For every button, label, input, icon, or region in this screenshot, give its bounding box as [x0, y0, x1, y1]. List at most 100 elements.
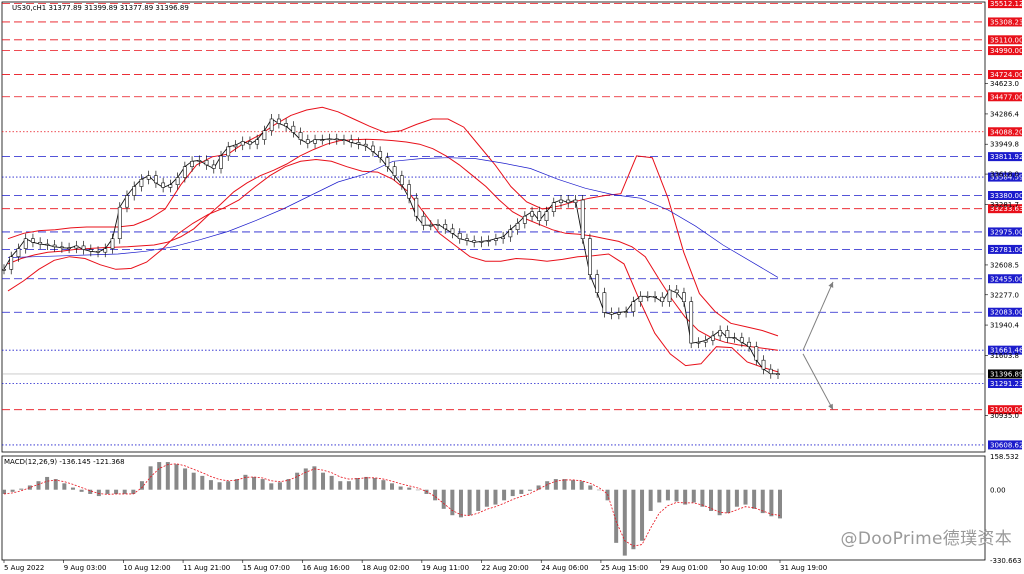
macd-bar	[734, 489, 739, 507]
candle-body	[168, 184, 173, 188]
macd-bar	[2, 489, 6, 494]
candle-body	[725, 330, 730, 338]
current-price-label: 31396.89	[990, 370, 1023, 378]
macd-bar	[226, 481, 231, 490]
y-tick-label: 31940.4	[990, 322, 1019, 330]
macd-bar	[648, 489, 653, 511]
candle-body	[624, 311, 628, 313]
candle-body	[566, 199, 571, 204]
macd-bar	[398, 486, 403, 490]
candle-body	[739, 337, 744, 343]
candle-body	[392, 166, 397, 176]
macd-bar	[700, 489, 705, 507]
macd-bar	[778, 489, 782, 519]
macd-bar	[519, 489, 524, 494]
candle-body	[718, 330, 723, 337]
candle-body	[248, 141, 252, 145]
macd-bar	[346, 481, 351, 490]
macd-bar	[208, 480, 213, 490]
y-tick-label: 31603.8	[990, 352, 1019, 360]
level-label: 31291.23	[990, 380, 1023, 388]
macd-bar	[484, 489, 489, 507]
macd-bar	[752, 489, 757, 509]
macd-bar	[622, 489, 627, 556]
candle-body	[754, 346, 759, 361]
macd-bar	[743, 489, 748, 505]
x-tick-label: 9 Aug 03:00	[64, 564, 107, 572]
macd-bar	[27, 485, 32, 490]
x-tick-label: 10 Aug 12:00	[123, 564, 170, 572]
candle-body	[305, 139, 310, 144]
candle-body	[544, 211, 549, 221]
macd-bar	[183, 468, 188, 490]
candle-body	[385, 157, 390, 167]
macd-bar	[390, 483, 394, 490]
candle-body	[320, 139, 325, 141]
macd-bar	[191, 472, 196, 490]
candle-body	[501, 236, 506, 239]
x-tick-label: 15 Aug 07:00	[243, 564, 290, 572]
candle-body	[88, 249, 93, 252]
macd-bar	[441, 489, 446, 509]
candle-body	[421, 215, 426, 226]
macd-bar	[36, 481, 41, 490]
macd-bar	[79, 489, 84, 492]
macd-bar	[277, 482, 282, 490]
x-tick-label: 22 Aug 20:00	[482, 564, 529, 572]
candle-body	[580, 199, 585, 240]
x-tick-label: 24 Aug 06:00	[541, 564, 588, 572]
candle-body	[407, 184, 411, 199]
candle-body	[298, 132, 303, 140]
candle-body	[522, 215, 527, 224]
level-label: 32975.00	[990, 228, 1023, 236]
candle-body	[363, 143, 368, 147]
candle-body	[515, 223, 520, 230]
x-tick-label: 5 Aug 2022	[4, 564, 44, 572]
candle-body	[602, 292, 607, 313]
x-tick-label: 25 Aug 15:00	[601, 564, 648, 572]
price-chart-header: US30,cH1 31377.89 31399.89 31377.89 3139…	[12, 4, 189, 12]
candle-body	[45, 243, 50, 246]
candle-body	[117, 206, 122, 239]
macd-bar	[536, 485, 541, 490]
candle-body	[428, 224, 433, 227]
macd-bar	[372, 478, 377, 490]
macd-bar	[96, 489, 101, 497]
candle-body	[81, 245, 86, 250]
macd-title: MACD(12,26,9) -136.145 -121.368	[4, 458, 125, 466]
candle-body	[530, 211, 534, 217]
candle-body	[269, 118, 274, 131]
candle-body	[161, 182, 166, 188]
candle-body	[190, 161, 194, 168]
level-label: 33811.92	[990, 153, 1023, 161]
candle-body	[414, 197, 419, 217]
macd-bar	[321, 472, 326, 490]
candle-body	[211, 164, 216, 169]
candle-body	[472, 240, 477, 243]
macd-bar	[329, 475, 334, 490]
macd-bar	[458, 489, 463, 518]
candle-body	[219, 155, 223, 169]
macd-bar	[640, 489, 645, 541]
trading-chart[interactable]: US30,cH1 31377.89 31399.89 31377.89 3139…	[0, 0, 1024, 574]
y-tick-label: 32608.5	[990, 261, 1019, 269]
candle-body	[313, 139, 317, 144]
macd-bar	[200, 475, 205, 490]
candle-body	[371, 145, 375, 152]
x-tick-label: 11 Aug 21:00	[183, 564, 230, 572]
x-tick-label: 18 Aug 02:00	[362, 564, 409, 572]
macd-bar	[502, 489, 507, 501]
candle-body	[689, 301, 694, 344]
x-tick-label: 19 Aug 11:00	[422, 564, 469, 572]
macd-bar	[691, 489, 696, 503]
macd-bar	[674, 489, 679, 502]
candle-body	[276, 118, 281, 124]
macd-bar	[665, 489, 670, 501]
candle-body	[52, 244, 57, 248]
chart-background	[0, 0, 1024, 574]
candle-body	[486, 240, 491, 242]
macd-bar	[338, 481, 343, 490]
candle-body	[616, 312, 621, 315]
candle-body	[132, 186, 137, 196]
macd-bar	[53, 479, 58, 490]
